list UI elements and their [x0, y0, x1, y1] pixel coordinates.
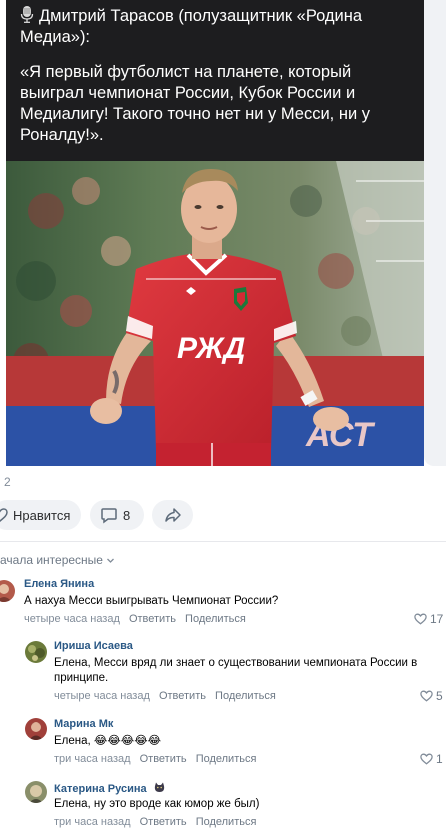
heart-icon: [0, 508, 8, 522]
like-button[interactable]: Нравится: [0, 500, 81, 530]
avatar[interactable]: [25, 718, 47, 740]
comment-item: Ириша Исаева Елена, Месси вряд ли знает …: [0, 638, 446, 708]
comment-author[interactable]: Ириша Исаева: [54, 640, 133, 652]
comment-author[interactable]: Елена Янина: [24, 578, 94, 590]
comments-count: 8: [123, 507, 131, 523]
comment-text: Елена, Месси вряд ли знает о существован…: [54, 657, 418, 684]
comment-item: Елена Янина А нахуа Месси выигрывать Чем…: [0, 576, 446, 630]
comment-time[interactable]: четыре часа назад: [24, 613, 120, 625]
post-photo[interactable]: АСТ РЖД: [6, 161, 424, 466]
cat-icon: [154, 782, 164, 792]
comment-like-button[interactable]: 5: [420, 689, 443, 703]
comment-icon: [101, 508, 117, 524]
post-card: Дмитрий Тарасов (полузащитник «Родина Ме…: [0, 0, 446, 466]
chevron-down-icon: [107, 558, 114, 563]
reply-button[interactable]: Ответить: [159, 690, 206, 702]
comment-time[interactable]: три часа назад: [54, 816, 131, 828]
comment-item: Катерина Русина Елена, ну это вроде как …: [0, 778, 446, 832]
share-link[interactable]: Поделиться: [196, 816, 257, 828]
share-link[interactable]: Поделиться: [185, 613, 246, 625]
comment-text: А нахуа Месси выигрывать Чемпионат Росси…: [24, 595, 279, 607]
like-label: Нравится: [13, 507, 71, 523]
heart-icon: [420, 690, 433, 702]
comment-author[interactable]: Марина Мк: [54, 718, 113, 730]
comment-item: Марина Мк Елена, 😂😂😂😂😂 три часа назад От…: [0, 716, 446, 770]
comments-sort-dropdown[interactable]: ачала интересные: [0, 553, 115, 567]
quote-title: Дмитрий Тарасов (полузащитник «Родина Ме…: [20, 7, 363, 46]
share-link[interactable]: Поделиться: [215, 690, 276, 702]
microphone-icon: [20, 6, 34, 23]
reply-button[interactable]: Ответить: [129, 613, 176, 625]
comment-text: Елена, ну это вроде как юмор же был): [54, 798, 260, 810]
heart-icon: [420, 753, 433, 765]
avatar[interactable]: [0, 580, 15, 602]
divider: [0, 541, 446, 542]
comment-like-count: 5: [436, 689, 443, 703]
comment-author[interactable]: Катерина Русина: [54, 782, 165, 795]
comment-like-button[interactable]: 17: [414, 612, 443, 626]
comment-button[interactable]: 8: [90, 500, 144, 530]
reply-button[interactable]: Ответить: [140, 753, 187, 765]
comment-like-button[interactable]: 1: [420, 752, 443, 766]
views-count: 2: [4, 475, 11, 489]
comment-time[interactable]: четыре часа назад: [54, 690, 150, 702]
quote-text: «Я первый футболист на планете, который …: [20, 63, 370, 144]
share-link[interactable]: Поделиться: [196, 753, 257, 765]
reply-button[interactable]: Ответить: [140, 816, 187, 828]
footballer-photo: АСТ РЖД: [6, 161, 424, 466]
comment-like-count: 17: [430, 612, 444, 626]
comment-time[interactable]: три часа назад: [54, 753, 131, 765]
quote-box: Дмитрий Тарасов (полузащитник «Родина Ме…: [6, 0, 424, 161]
comment-text: Елена, 😂😂😂😂😂: [54, 735, 162, 747]
avatar[interactable]: [25, 641, 47, 663]
jersey-sponsor-logo: РЖД: [177, 332, 245, 365]
sort-label: ачала интересные: [0, 553, 103, 567]
heart-icon: [414, 613, 427, 625]
share-icon: [164, 508, 181, 522]
avatar[interactable]: [25, 781, 47, 803]
comment-like-count: 1: [436, 752, 443, 766]
share-button[interactable]: [152, 500, 193, 530]
feed-background: [424, 0, 446, 466]
